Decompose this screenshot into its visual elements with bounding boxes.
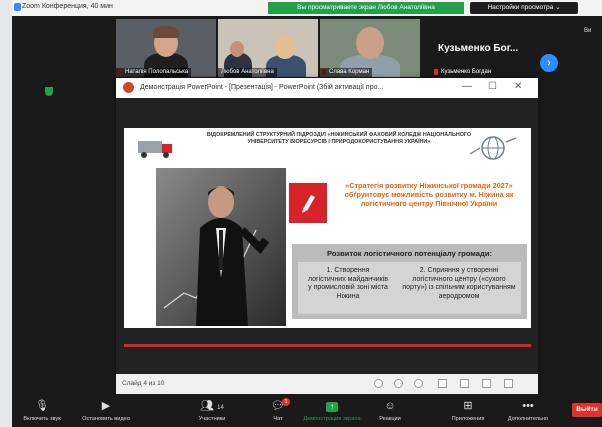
participant-gallery: Наталія Полопальська Любов Анатоліївна С… <box>12 16 602 77</box>
slide-divider <box>124 344 531 347</box>
more-label: Дополнительно <box>507 416 549 422</box>
slide-header: ВІДОКРЕМЛЕНИЙ СТРУКТУРНИЙ ПІДРОЗДІЛ «НІЖ… <box>206 132 472 145</box>
apps-icon: ⊞ <box>463 400 473 412</box>
zoom-window: Zoom Конференция, 40 мин Вы просматривае… <box>12 0 602 427</box>
leave-button[interactable]: Выйти <box>572 403 602 417</box>
box-items: 1. Створення логістичних майданчиків у п… <box>298 262 521 314</box>
share-screen-label: Демонстрация экрана <box>303 416 361 422</box>
logistics-potential-box: Розвиток логістичного потенціалу громади… <box>292 244 527 319</box>
powerpoint-status-bar: Слайд 4 из 10 <box>116 374 538 394</box>
avatar <box>230 41 244 57</box>
participant-name: Кузьменко Богдан <box>441 69 492 75</box>
logistics-globe-icon <box>469 136 517 160</box>
reactions-button[interactable]: ☺︎ Реакции <box>360 396 420 426</box>
chat-label: Чат <box>273 416 283 422</box>
meeting-toolbar: 🎙︎ Включить звук ▶ Остановить видео 👥︎ 1… <box>12 394 602 427</box>
participant-tile[interactable]: Наталія Полопальська <box>116 19 216 77</box>
previous-slide-icon[interactable] <box>374 379 383 388</box>
slide: ВІДОКРЕМЛЕНИЙ СТРУКТУРНИЙ ПІДРОЗДІЛ «НІЖ… <box>124 128 531 328</box>
reactions-icon: ☺︎ <box>384 400 396 412</box>
maximize-icon[interactable]: ☐ <box>488 81 497 92</box>
screen-share-banner: Вы просматриваете экран Любов Анатоліївн… <box>268 2 464 14</box>
muted-mic-icon: 🎙︎ <box>35 400 49 412</box>
participant-tile[interactable]: Любов Анатоліївна <box>218 19 318 77</box>
strategy-text: «Стратегія розвитку Ніжинської громади 2… <box>344 181 514 208</box>
participants-icon: 👥︎ 14 <box>200 400 224 412</box>
unmute-label: Включить звук <box>23 416 61 422</box>
stop-video-label: Остановить видео <box>82 416 130 422</box>
powerpoint-icon <box>123 82 134 93</box>
slideshow-area: ВІДОКРЕМЛЕНИЙ СТРУКТУРНИЙ ПІДРОЗДІЛ «НІЖ… <box>116 98 538 374</box>
slide-counter: Слайд 4 из 10 <box>122 380 165 387</box>
next-slide-icon[interactable] <box>414 379 423 388</box>
participant-tile[interactable]: Слава Корман <box>320 19 420 77</box>
participants-button[interactable]: 👥︎ 14 Участники <box>182 396 242 426</box>
box-title: Розвиток логістичного потенціалу громади… <box>326 249 493 258</box>
share-screen-icon: ↑ <box>302 400 362 413</box>
window-title: Zoom Конференция, 40 мин <box>22 3 113 10</box>
next-page-arrow-icon[interactable]: › <box>540 54 558 72</box>
participant-display-name: Кузьменко Бог... <box>438 43 519 54</box>
powerpoint-window: Демонстрація PowerPoint - [Презентація] … <box>116 78 538 394</box>
unmute-button[interactable]: 🎙︎ Включить звук <box>12 396 72 426</box>
reading-view-icon[interactable] <box>482 379 491 388</box>
minimize-icon[interactable]: — <box>462 81 472 92</box>
close-icon[interactable]: ✕ <box>514 81 522 92</box>
left-background-strip <box>0 0 12 427</box>
title-bar: Zoom Конференция, 40 мин Вы просматривае… <box>12 0 602 16</box>
avatar <box>153 26 179 38</box>
slideshow-icon[interactable] <box>504 379 513 388</box>
menu-icon[interactable] <box>394 379 403 388</box>
truck-icon <box>138 141 172 158</box>
stop-video-button[interactable]: ▶ Остановить видео <box>76 396 136 426</box>
side-label: Ви <box>584 28 592 34</box>
chat-badge: 1 <box>282 398 290 406</box>
slide-sorter-icon[interactable] <box>460 379 469 388</box>
share-screen-button[interactable]: ↑ Демонстрация экрана <box>302 396 362 426</box>
normal-view-icon[interactable] <box>438 379 447 388</box>
avatar <box>356 27 384 59</box>
participant-name: Любов Анатоліївна <box>218 68 277 77</box>
participants-count: 14 <box>217 405 224 411</box>
more-icon: ••• <box>522 400 534 412</box>
video-camera-icon: ▶ <box>101 400 111 412</box>
apps-label: Приложения <box>451 416 485 422</box>
participant-name: Слава Корман <box>320 68 373 77</box>
more-button[interactable]: ••• Дополнительно <box>498 396 558 426</box>
avatar <box>274 35 296 59</box>
view-options-button[interactable]: Настройки просмотра ⌄ <box>470 2 578 14</box>
pen-icon <box>289 183 327 223</box>
logistics-item-2: 2. Сприяння у створенні логістичного цен… <box>402 267 516 300</box>
zoom-logo-icon <box>14 3 21 11</box>
powerpoint-title-bar: Демонстрація PowerPoint - [Презентація] … <box>116 78 538 98</box>
chat-icon: 💬︎ <box>271 400 285 412</box>
security-shield-icon <box>45 87 53 96</box>
powerpoint-title: Демонстрація PowerPoint - [Презентація] … <box>140 84 384 91</box>
businessman-image <box>156 168 286 326</box>
apps-button[interactable]: ⊞ Приложения <box>438 396 498 426</box>
participants-label: Участники <box>198 416 226 422</box>
chat-button[interactable]: 💬︎ Чат 1 <box>248 396 308 426</box>
reactions-label: Реакции <box>379 416 401 422</box>
participant-name: Наталія Полопальська <box>116 68 192 77</box>
logistics-item-1: 1. Створення логістичних майданчиків у п… <box>308 267 389 300</box>
